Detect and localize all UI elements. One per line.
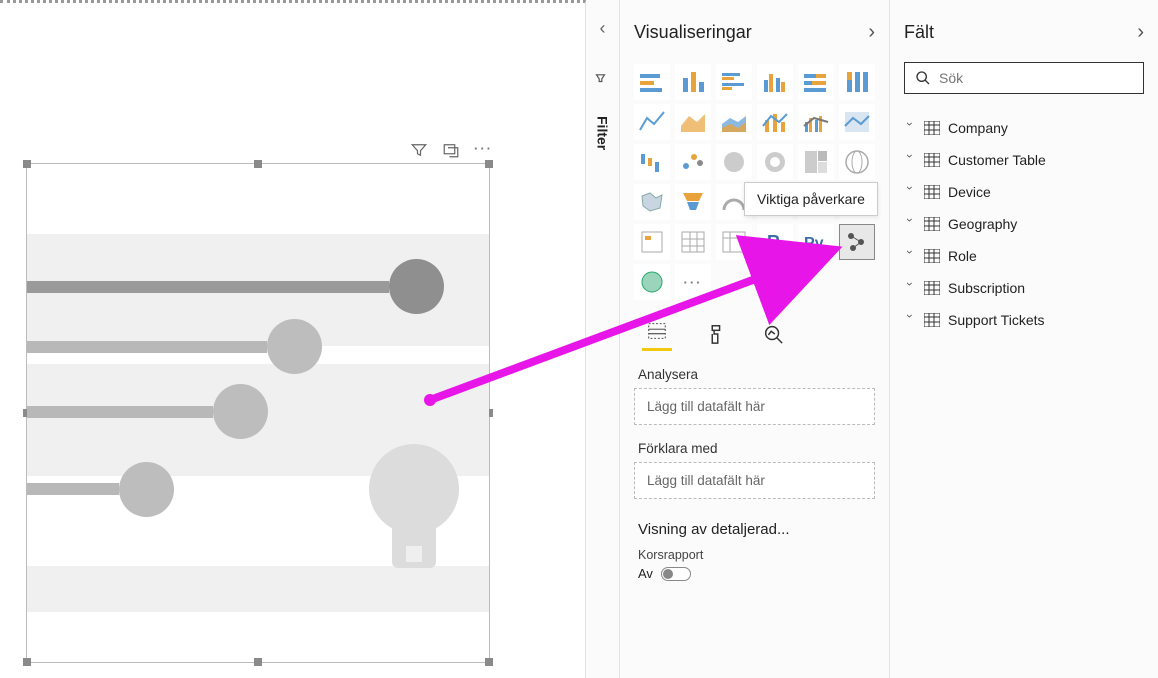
area-chart-icon[interactable] (675, 104, 711, 140)
hundred-percent-column-icon[interactable] (839, 64, 875, 100)
key-influencers-tooltip: Viktiga påverkare (744, 182, 878, 216)
table-icon (924, 249, 940, 263)
table-row[interactable]: ›Device (904, 176, 1144, 208)
analyze-well-label: Analysera (638, 367, 871, 382)
cross-report-label: Korsrapport (638, 548, 871, 562)
line-stacked-column-icon[interactable] (757, 104, 793, 140)
fields-search[interactable] (904, 62, 1144, 94)
table-icon (924, 185, 940, 199)
table-icon (924, 217, 940, 231)
expand-filters-icon[interactable]: ‹ (600, 18, 606, 39)
explain-field-well[interactable]: Lägg till datafält här (634, 462, 875, 499)
key-influencers-visual-placeholder[interactable] (26, 163, 490, 663)
visual-floating-toolbar: ··· (410, 141, 493, 162)
fields-search-input[interactable] (939, 70, 1133, 86)
filter-icon[interactable] (410, 141, 428, 162)
svg-text:R: R (767, 232, 780, 252)
collapse-fields-icon[interactable]: › (1137, 21, 1144, 44)
fields-tab-icon[interactable] (642, 320, 672, 351)
stacked-bar-chart-icon[interactable] (634, 64, 670, 100)
table-label: Company (948, 120, 1008, 136)
python-visual-icon[interactable]: Py (798, 224, 834, 260)
stacked-column-chart-icon[interactable] (675, 64, 711, 100)
analyze-field-well[interactable]: Lägg till datafält här (634, 388, 875, 425)
line-chart-icon[interactable] (634, 104, 670, 140)
fields-title: Fält (904, 22, 934, 43)
table-row[interactable]: ›Support Tickets (904, 304, 1144, 336)
ribbon-chart-icon[interactable] (839, 104, 875, 140)
fields-table-list: ›Company ›Customer Table ›Device ›Geogra… (904, 112, 1144, 336)
stacked-area-chart-icon[interactable] (716, 104, 752, 140)
fields-panel: Fält › ›Company ›Customer Table ›Device … (890, 0, 1158, 678)
pie-chart-icon[interactable] (716, 144, 752, 180)
table-row[interactable]: ›Company (904, 112, 1144, 144)
key-influencers-icon[interactable] (839, 224, 875, 260)
treemap-icon[interactable] (798, 144, 834, 180)
table-label: Geography (948, 216, 1017, 232)
megaphone-icon (592, 68, 613, 84)
svg-text:Py: Py (804, 235, 824, 252)
more-options-icon[interactable]: ··· (474, 141, 493, 162)
search-icon (915, 70, 931, 86)
donut-chart-icon[interactable] (757, 144, 793, 180)
table-label: Customer Table (948, 152, 1046, 168)
report-canvas[interactable]: ··· (0, 0, 586, 678)
clustered-bar-chart-icon[interactable] (716, 64, 752, 100)
map-icon[interactable] (839, 144, 875, 180)
table-label: Device (948, 184, 991, 200)
table-label: Support Tickets (948, 312, 1045, 328)
visualizations-title: Visualiseringar (634, 22, 752, 43)
table-icon (924, 313, 940, 327)
visualizations-panel: Visualiseringar › (620, 0, 890, 678)
table-label: Subscription (948, 280, 1025, 296)
waterfall-chart-icon[interactable] (634, 144, 670, 180)
hundred-percent-bar-icon[interactable] (798, 64, 834, 100)
arcgis-map-icon[interactable] (634, 264, 670, 300)
table-row[interactable]: ›Subscription (904, 272, 1144, 304)
table-row[interactable]: ›Geography (904, 208, 1144, 240)
visualization-property-tabs (642, 320, 875, 351)
cross-report-state: Av (638, 566, 653, 581)
key-influencers-skeleton (27, 164, 489, 662)
scatter-chart-icon[interactable] (675, 144, 711, 180)
explain-well-label: Förklara med (638, 441, 871, 456)
collapse-visualizations-icon[interactable]: › (868, 21, 875, 44)
table-icon (924, 153, 940, 167)
clustered-column-chart-icon[interactable] (757, 64, 793, 100)
drillthrough-section-title: Visning av detaljerad... (638, 521, 871, 538)
filters-label[interactable]: Filter (595, 116, 611, 150)
line-clustered-column-icon[interactable] (798, 104, 834, 140)
visualization-gallery: R Py ··· Viktiga påverkare (634, 64, 875, 300)
cross-report-toggle[interactable] (661, 567, 691, 581)
table-row[interactable]: ›Role (904, 240, 1144, 272)
filters-pane-collapsed: ‹ Filter (586, 0, 620, 678)
table-row[interactable]: ›Customer Table (904, 144, 1144, 176)
table-label: Role (948, 248, 977, 264)
focus-mode-icon[interactable] (442, 141, 460, 162)
funnel-chart-icon[interactable] (675, 184, 711, 220)
table-icon[interactable] (675, 224, 711, 260)
format-tab-icon[interactable] (700, 323, 730, 348)
filled-map-icon[interactable] (634, 184, 670, 220)
table-icon (924, 121, 940, 135)
table-icon (924, 281, 940, 295)
r-visual-icon[interactable]: R (757, 224, 793, 260)
import-custom-visual-icon[interactable]: ··· (675, 264, 711, 300)
analytics-tab-icon[interactable] (758, 323, 788, 348)
matrix-icon[interactable] (716, 224, 752, 260)
slicer-icon[interactable] (634, 224, 670, 260)
